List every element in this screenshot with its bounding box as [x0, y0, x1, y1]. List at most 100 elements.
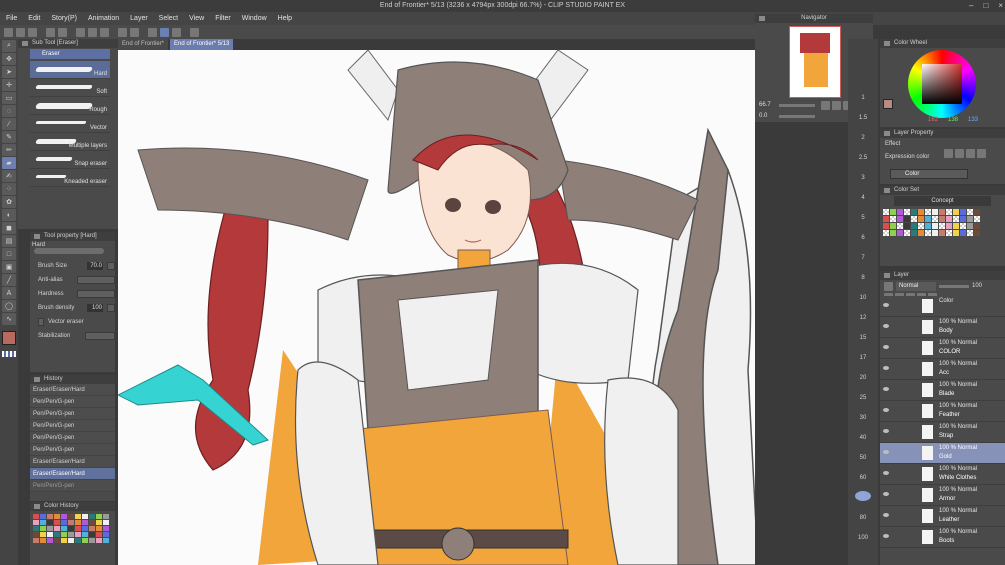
color-swatch[interactable] [54, 520, 60, 525]
fill-icon[interactable] [100, 27, 109, 37]
ruler-tick-label[interactable]: 25 [852, 395, 874, 401]
brush-tool-icon[interactable]: ✍ [2, 170, 16, 182]
ruler-tick-label[interactable]: 6 [852, 235, 874, 241]
eye-icon[interactable] [883, 534, 889, 538]
ruler-tick-label[interactable]: 80 [852, 515, 874, 521]
ruler-tick-label[interactable]: 30 [852, 415, 874, 421]
ruler-tick-label[interactable]: 1.5 [852, 115, 874, 121]
eye-icon[interactable] [883, 387, 889, 391]
ruler-tick-label[interactable]: 17 [852, 355, 874, 361]
color-swatch[interactable] [890, 230, 896, 236]
color-value-b[interactable]: 133 [968, 117, 978, 123]
color-swatch[interactable] [61, 520, 67, 525]
decoration-tool-icon[interactable]: ✿ [2, 196, 16, 208]
color-swatch[interactable] [40, 520, 46, 525]
color-swatch[interactable] [897, 230, 903, 236]
color-swatch[interactable] [932, 230, 938, 236]
color-swatch[interactable] [946, 216, 952, 222]
airbrush-icon[interactable]: ⁘ [2, 183, 16, 195]
eye-icon[interactable] [883, 366, 889, 370]
history-item[interactable]: Eraser/Eraser/Hard [30, 456, 115, 468]
gradient-tool-icon[interactable]: ▤ [2, 235, 16, 247]
subtool-tab-eraser[interactable]: Eraser [30, 49, 110, 59]
menu-edit[interactable]: Edit [28, 15, 40, 22]
color-swatch[interactable] [911, 223, 917, 229]
layer-row[interactable]: 100 % Normal Boots [880, 527, 1005, 548]
invert-selection-icon[interactable] [130, 27, 139, 37]
color-swatch[interactable] [883, 223, 889, 229]
layer-row[interactable]: 100 % Normal Gold [880, 443, 1005, 464]
eye-icon[interactable] [883, 408, 889, 412]
effect-expression-icon[interactable] [966, 149, 975, 158]
color-swatch[interactable] [96, 532, 102, 537]
color-swatch[interactable] [61, 538, 67, 543]
ruler-tick-label[interactable]: 50 [852, 455, 874, 461]
ruler-tick-label[interactable]: 40 [852, 435, 874, 441]
color-swatch[interactable] [103, 514, 109, 519]
color-swatch[interactable] [904, 216, 910, 222]
figure-tool-icon[interactable]: □ [2, 248, 16, 260]
menu-select[interactable]: Select [159, 15, 178, 22]
layer-settings-icon[interactable] [884, 281, 893, 291]
color-swatch[interactable] [960, 209, 966, 215]
color-swatch[interactable] [82, 526, 88, 531]
layer-row[interactable]: 100 % Normal Blade [880, 380, 1005, 401]
menu-view[interactable]: View [189, 15, 204, 22]
color-swatch[interactable] [40, 532, 46, 537]
navigator-preview[interactable] [789, 26, 841, 98]
color-set-selector[interactable]: Concept [894, 196, 991, 206]
color-swatch[interactable] [68, 538, 74, 543]
effect-tone-icon[interactable] [955, 149, 964, 158]
color-swatch[interactable] [103, 526, 109, 531]
balloon-tool-icon[interactable]: ◯ [2, 300, 16, 312]
history-item[interactable]: Pen/Pen/G-pen [30, 432, 115, 444]
pencil-tool-icon[interactable]: ✏ [2, 144, 16, 156]
open-file-icon[interactable] [16, 27, 25, 37]
color-swatch[interactable] [82, 538, 88, 543]
ruler-tick-label[interactable]: 7 [852, 255, 874, 261]
color-swatch[interactable] [54, 514, 60, 519]
color-swatch[interactable] [47, 526, 53, 531]
menu-animation[interactable]: Animation [88, 15, 119, 22]
color-swatch[interactable] [82, 514, 88, 519]
close-icon[interactable]: × [998, 0, 1003, 12]
color-swatch[interactable] [932, 223, 938, 229]
navigator-zoom-value[interactable]: 66.7 [759, 102, 771, 108]
color-swatch[interactable] [918, 209, 924, 215]
fill-tool-icon[interactable]: ◼ [2, 222, 16, 234]
opacity-value[interactable]: 100 [972, 283, 982, 289]
brush-item-vector[interactable]: Vector [30, 115, 110, 133]
color-swatch[interactable] [61, 532, 67, 537]
maximize-icon[interactable]: □ [983, 0, 988, 12]
eye-icon[interactable] [883, 303, 889, 307]
color-swatch[interactable] [911, 209, 917, 215]
color-swatch[interactable] [89, 520, 95, 525]
ruler-tick-label[interactable]: 5 [852, 215, 874, 221]
tab-document[interactable]: End of Frontier* [118, 39, 169, 50]
ruler-tick-label[interactable]: 8 [852, 275, 874, 281]
snap-grid-icon[interactable] [172, 27, 181, 37]
brush-item-hard[interactable]: Hard [30, 61, 110, 79]
color-swatch[interactable] [890, 223, 896, 229]
color-swatch[interactable] [939, 216, 945, 222]
ruler-tick-label[interactable]: 12 [852, 315, 874, 321]
transform-icon[interactable] [88, 27, 97, 37]
artwork-canvas[interactable] [118, 50, 755, 565]
color-swatch[interactable] [96, 538, 102, 543]
history-item-current[interactable]: Eraser/Eraser/Hard [30, 468, 115, 480]
zoom-slider[interactable] [779, 104, 815, 107]
color-swatch[interactable] [47, 514, 53, 519]
eye-icon[interactable] [883, 450, 889, 454]
color-swatch[interactable] [47, 532, 53, 537]
main-color-swatch[interactable] [2, 331, 16, 345]
ruler-tick-label[interactable]: 4 [852, 195, 874, 201]
layer-row[interactable]: 100 % Normal Strap [880, 422, 1005, 443]
menu-layer[interactable]: Layer [130, 15, 148, 22]
color-swatch[interactable] [918, 230, 924, 236]
color-swatch[interactable] [33, 526, 39, 531]
blend-mode-dropdown[interactable]: Normal [896, 281, 936, 291]
move-layer-icon[interactable]: ✛ [2, 79, 16, 91]
color-square[interactable] [922, 64, 962, 104]
history-item[interactable]: Pen/Pen/G-pen [30, 408, 115, 420]
deselect-icon[interactable] [118, 27, 127, 37]
